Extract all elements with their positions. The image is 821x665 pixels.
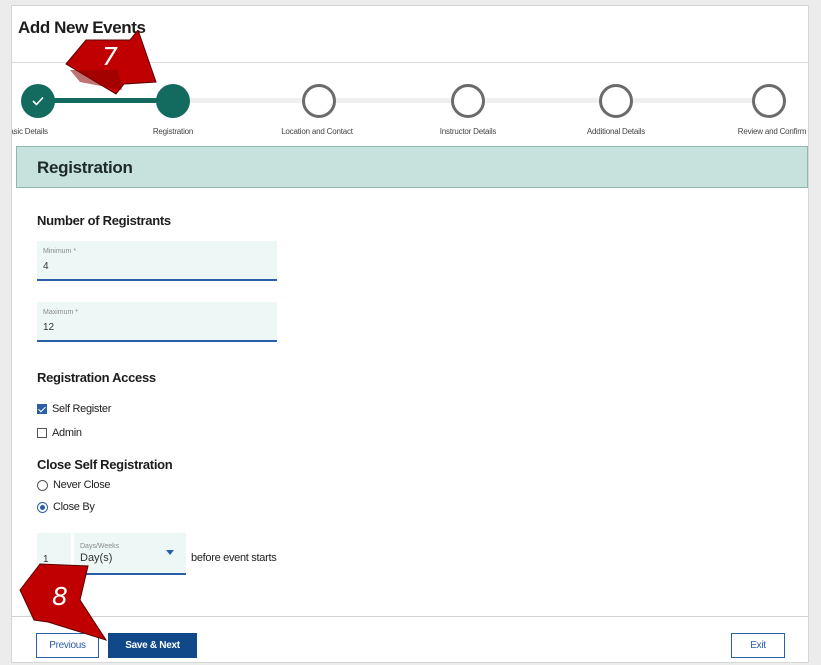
close-by-radio[interactable] xyxy=(37,501,48,513)
add-event-panel: Add New Events Basic Details Registratio… xyxy=(11,5,809,663)
maximum-label: Maximum * xyxy=(43,309,79,316)
step-circle-instructor-details[interactable] xyxy=(451,84,485,118)
maximum-value: 12 xyxy=(43,322,55,333)
admin-label: Admin xyxy=(52,427,82,439)
step-label-basic-details: Basic Details xyxy=(12,127,48,136)
step-circle-basic-details[interactable] xyxy=(21,84,55,118)
footer-divider xyxy=(12,616,808,617)
admin-option[interactable]: Admin xyxy=(37,426,82,440)
step-label-additional-details: Additional Details xyxy=(586,127,646,136)
exit-button[interactable]: Exit xyxy=(731,633,785,658)
maximum-field[interactable]: Maximum * 12 xyxy=(37,302,277,342)
never-close-option[interactable]: Never Close xyxy=(37,478,111,492)
registrants-heading: Number of Registrants xyxy=(37,213,171,228)
step-label-location-contact: Location and Contact xyxy=(281,127,353,136)
callout-7-number: 7 xyxy=(102,42,118,71)
close-unit-label: Days/Weeks xyxy=(80,543,120,550)
step-circle-location-contact[interactable] xyxy=(302,84,336,118)
step-label-instructor-details: Instructor Details xyxy=(439,127,497,136)
callout-8-number: 8 xyxy=(52,582,68,611)
section-title: Registration xyxy=(37,158,133,177)
admin-checkbox[interactable] xyxy=(37,428,47,438)
close-suffix-text: before event starts xyxy=(191,552,277,564)
self-register-label: Self Register xyxy=(52,403,112,415)
minimum-value: 4 xyxy=(43,261,49,272)
step-label-registration: Registration xyxy=(152,127,194,136)
self-register-option[interactable]: Self Register xyxy=(37,402,111,416)
never-close-label: Never Close xyxy=(53,479,111,491)
check-icon xyxy=(32,96,44,106)
callout-7-arrow-icon xyxy=(65,28,157,95)
save-next-button[interactable]: Save & Next xyxy=(108,633,197,658)
section-header: Registration xyxy=(16,146,808,188)
minimum-field[interactable]: Minimum * 4 xyxy=(37,241,277,281)
minimum-label: Minimum * xyxy=(43,248,77,255)
close-registration-heading: Close Self Registration xyxy=(37,457,173,472)
step-circle-additional-details[interactable] xyxy=(599,84,633,118)
step-circle-review-confirm[interactable] xyxy=(752,84,786,118)
close-by-option[interactable]: Close By xyxy=(37,500,95,514)
callout-7: 7 xyxy=(60,28,190,100)
never-close-radio[interactable] xyxy=(37,479,48,491)
step-label-review-confirm: Review and Confirm xyxy=(737,127,807,136)
chevron-down-icon[interactable] xyxy=(166,550,174,555)
close-by-label: Close By xyxy=(53,501,95,513)
registration-access-heading: Registration Access xyxy=(37,370,156,385)
callout-8-arrow-icon xyxy=(19,563,108,641)
callout-8: 8 xyxy=(18,562,118,644)
self-register-checkbox[interactable] xyxy=(37,404,47,414)
